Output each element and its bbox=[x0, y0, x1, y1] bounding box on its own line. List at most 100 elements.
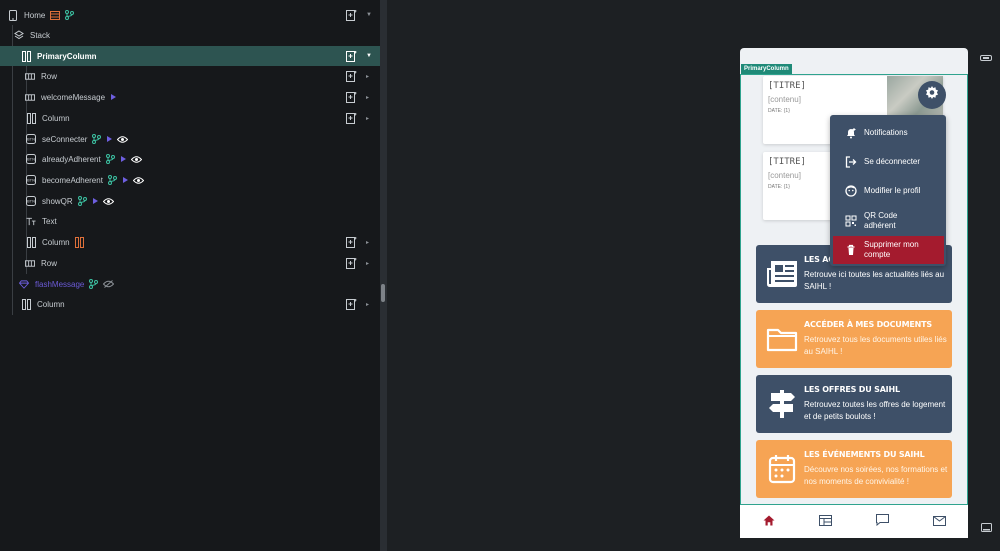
tree-item-label: flashMessage bbox=[35, 279, 85, 289]
tree-item-label: Home bbox=[24, 10, 46, 20]
face-icon bbox=[844, 184, 858, 198]
chevron-down-icon[interactable]: ▼ bbox=[366, 53, 372, 59]
button-icon: BTN bbox=[26, 134, 36, 144]
svg-text:BTN: BTN bbox=[27, 199, 35, 204]
tile-offers[interactable]: LES OFFRES DU SAIHL Retrouvez toutes les… bbox=[756, 375, 952, 433]
link-icon[interactable] bbox=[979, 52, 993, 64]
tile-events[interactable]: LES ÉVÉNEMENTS DU SAIHL Découvre nos soi… bbox=[756, 440, 952, 498]
settings-menu: Notifications Se déconnecter Modifier le… bbox=[830, 115, 946, 266]
menu-item-label-line1: QR Code bbox=[864, 211, 898, 220]
tree-item-flash-message[interactable]: flashMessage bbox=[0, 274, 380, 294]
gear-icon bbox=[924, 85, 940, 106]
branch-icon bbox=[105, 154, 115, 164]
layer-tree-panel: Home ▼ Stack PrimaryColumn ▼ Row ▸ welco… bbox=[0, 0, 380, 551]
column-icon bbox=[26, 112, 36, 124]
tree-item-se-connecter[interactable]: BTN seConnecter bbox=[0, 129, 380, 149]
nav-mail[interactable] bbox=[930, 512, 950, 532]
menu-item-logout[interactable]: Se déconnecter bbox=[830, 148, 946, 176]
tree-item-column-3[interactable]: Column ▸ bbox=[0, 294, 380, 314]
action-trigger-icon bbox=[120, 156, 126, 162]
menu-item-qr-code[interactable]: QR Code adhérent bbox=[830, 207, 946, 235]
add-child-icon[interactable] bbox=[346, 9, 357, 21]
button-icon: BTN bbox=[26, 175, 36, 185]
chevron-right-icon[interactable]: ▸ bbox=[366, 73, 369, 80]
add-child-icon[interactable] bbox=[346, 91, 357, 103]
menu-item-label-line1: Supprimer mon bbox=[864, 240, 919, 249]
menu-item-label: Supprimer mon compte bbox=[864, 240, 919, 260]
news-title: [TITRE] bbox=[768, 81, 806, 91]
text-icon bbox=[26, 216, 36, 226]
tree-item-row-2[interactable]: Row ▸ bbox=[0, 253, 380, 273]
layers-icon bbox=[14, 30, 24, 40]
tree-item-label: welcomeMessage bbox=[41, 92, 106, 102]
tree-item-show-qr[interactable]: BTN showQR bbox=[0, 191, 380, 211]
settings-button[interactable] bbox=[918, 81, 946, 109]
splitter-handle[interactable] bbox=[381, 284, 385, 302]
newspaper-icon bbox=[764, 257, 800, 291]
column-icon bbox=[21, 50, 31, 62]
branch-icon bbox=[65, 10, 75, 20]
chevron-right-icon[interactable]: ▸ bbox=[366, 94, 369, 101]
tree-item-become-adherent[interactable]: BTN becomeAdherent bbox=[0, 170, 380, 190]
chevron-right-icon[interactable]: ▸ bbox=[366, 301, 369, 308]
button-icon: BTN bbox=[26, 154, 36, 164]
tree-item-label: Column bbox=[37, 299, 65, 309]
panel-splitter[interactable] bbox=[380, 0, 387, 551]
menu-item-label: Notifications bbox=[864, 128, 908, 137]
news-date: DATE: {1} bbox=[768, 108, 790, 114]
add-child-icon[interactable] bbox=[346, 236, 357, 248]
add-child-icon[interactable] bbox=[346, 70, 357, 82]
row-icon bbox=[25, 258, 35, 268]
tree-item-stack[interactable]: Stack bbox=[0, 25, 380, 45]
menu-item-edit-profile[interactable]: Modifier le profil bbox=[830, 177, 946, 205]
button-icon: BTN bbox=[26, 196, 36, 206]
tile-title: LES OFFRES DU SAIHL bbox=[804, 385, 900, 394]
branch-icon bbox=[77, 196, 87, 206]
tile-title: ACCÉDER À MES DOCUMENTS bbox=[804, 320, 932, 329]
nav-dashboard[interactable] bbox=[816, 512, 836, 532]
tree-item-welcome-message[interactable]: welcomeMessage ▸ bbox=[0, 87, 380, 107]
signpost-icon bbox=[764, 387, 800, 421]
chevron-right-icon[interactable]: ▸ bbox=[366, 239, 369, 246]
chat-icon bbox=[876, 513, 889, 531]
eye-icon[interactable] bbox=[117, 135, 129, 143]
tile-description: Retrouve ici toutes les actualités liés … bbox=[804, 270, 945, 291]
branch-icon bbox=[89, 279, 99, 289]
tile-description: Retrouvez tous les documents utiles liés… bbox=[804, 335, 947, 356]
eye-icon[interactable] bbox=[130, 155, 142, 163]
chevron-right-icon[interactable]: ▸ bbox=[366, 115, 369, 122]
tile-documents[interactable]: ACCÉDER À MES DOCUMENTS Retrouvez tous l… bbox=[756, 310, 952, 368]
chevron-right-icon[interactable]: ▸ bbox=[366, 260, 369, 267]
eye-icon[interactable] bbox=[132, 176, 144, 184]
chevron-down-icon[interactable]: ▼ bbox=[366, 12, 372, 18]
tree-item-text[interactable]: Text bbox=[0, 211, 380, 231]
add-child-icon[interactable] bbox=[346, 112, 357, 124]
add-child-icon[interactable] bbox=[346, 50, 357, 62]
add-child-icon[interactable] bbox=[346, 257, 357, 269]
news-content: [contenu] bbox=[768, 95, 801, 104]
menu-item-delete-account[interactable]: Supprimer mon compte bbox=[833, 236, 944, 264]
add-child-icon[interactable] bbox=[346, 298, 357, 310]
branch-icon bbox=[92, 134, 102, 144]
tile-description: Découvre nos soirées, nos formations et … bbox=[804, 465, 948, 486]
tree-item-primary-column[interactable]: PrimaryColumn ▼ bbox=[0, 46, 380, 66]
tree-item-row[interactable]: Row ▸ bbox=[0, 66, 380, 86]
eye-off-icon[interactable] bbox=[103, 280, 115, 288]
tile-description: Retrouvez toutes les offres de logement … bbox=[804, 400, 946, 421]
tree-item-column-2[interactable]: Column ▸ bbox=[0, 232, 380, 252]
menu-item-label-line2: compte bbox=[864, 250, 891, 259]
eye-icon[interactable] bbox=[102, 197, 114, 205]
nav-home[interactable] bbox=[759, 512, 779, 532]
menu-item-notifications[interactable]: Notifications bbox=[830, 119, 946, 147]
nav-chat[interactable] bbox=[873, 512, 893, 532]
column-binding-icon bbox=[74, 236, 84, 248]
menu-item-label-line2: adhérent bbox=[864, 221, 896, 230]
device-icon[interactable] bbox=[979, 522, 993, 534]
menu-item-label: Modifier le profil bbox=[864, 186, 921, 195]
tree-item-label: Row bbox=[41, 71, 58, 81]
home-icon bbox=[763, 513, 775, 531]
tree-item-home[interactable]: Home ▼ bbox=[0, 5, 380, 25]
tree-item-already-adherent[interactable]: BTN alreadyAdherent bbox=[0, 149, 380, 169]
tree-item-column[interactable]: Column ▸ bbox=[0, 108, 380, 128]
qr-code-icon bbox=[844, 214, 858, 228]
